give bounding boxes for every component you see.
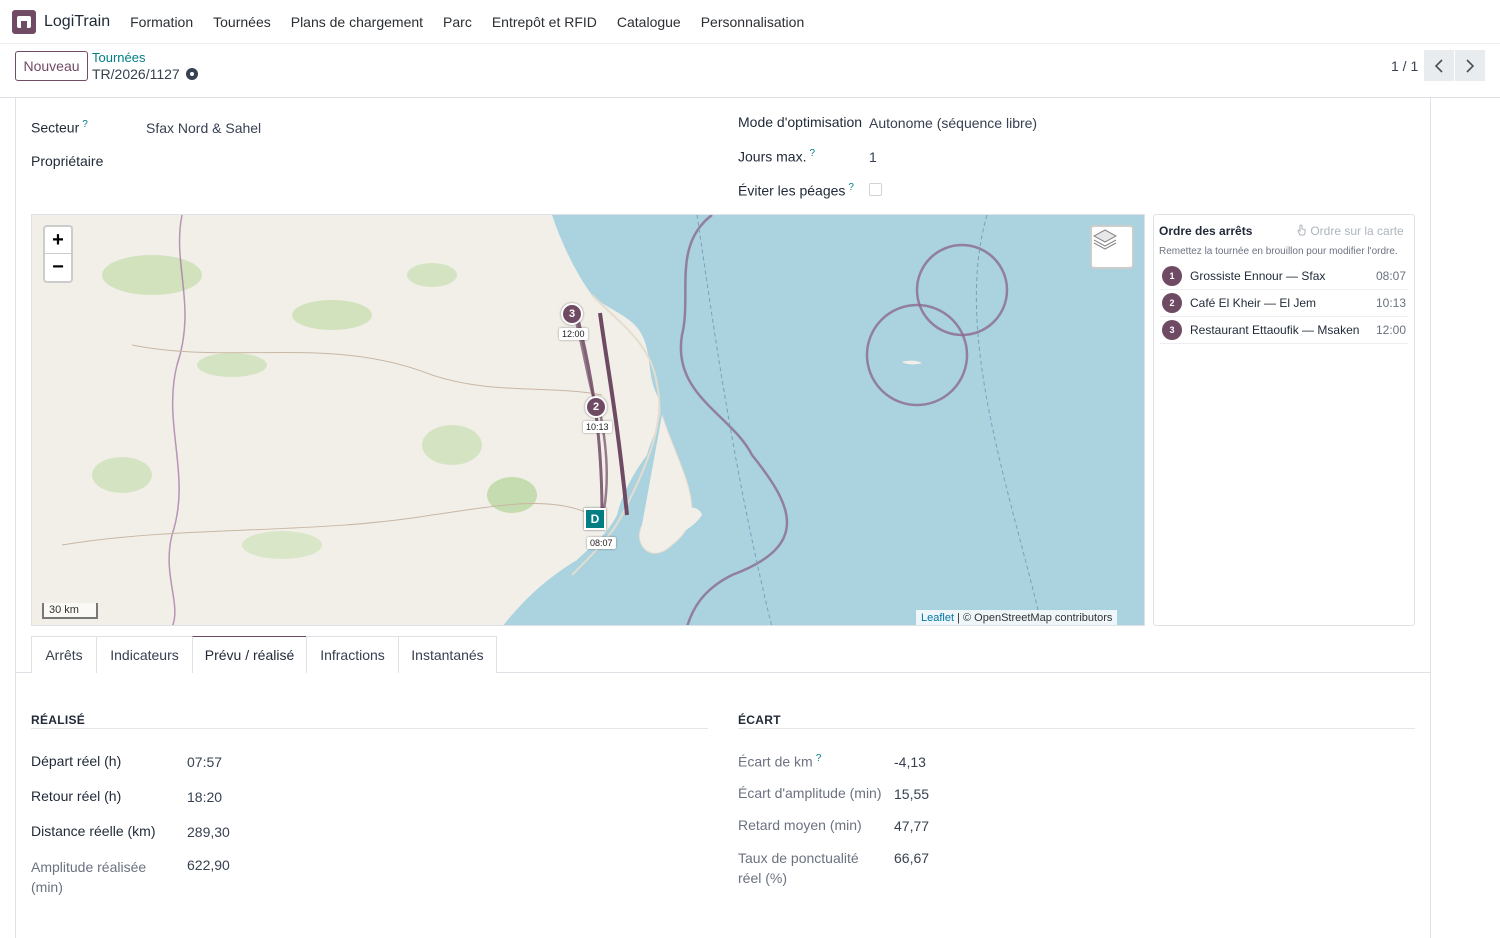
stop-time: 08:07 [1375,269,1406,283]
real-distance-label: Distance réelle (km) [31,823,156,839]
tab-instantanes[interactable]: Instantanés [398,636,497,673]
punctuality-label: Taux de ponctualité réel (%) [738,850,859,886]
menu-catalogue[interactable]: Catalogue [617,14,681,30]
amplitude-gap-value: 15,55 [894,786,930,802]
stop-row[interactable]: 1 Grossiste Ennour — Sfax 08:07 [1160,263,1408,290]
order-on-map-label: Ordre sur la carte [1310,224,1404,238]
pager-value[interactable]: 1 / 1 [1391,58,1418,74]
avoid-tolls-label: Éviter les péages? [738,182,854,199]
max-days-value[interactable]: 1 [869,149,877,165]
tab-prevu-realise[interactable]: Prévu / réalisé [192,636,307,673]
max-days-label: Jours max.? [738,148,816,165]
app-name[interactable]: LogiTrain [44,13,110,31]
route-map[interactable]: + − 3 12:00 2 10:13 D 08:07 30 km Leafle… [31,214,1145,626]
real-departure-label: Départ réel (h) [31,753,122,769]
stop-order-hint: Remettez la tournée en brouillon pour mo… [1159,246,1398,257]
new-button[interactable]: Nouveau [15,51,88,81]
map-marker-time-2: 10:13 [583,421,612,433]
optimization-value[interactable]: Autonome (séquence libre) [869,115,1037,131]
km-gap-label: Écart de km? [738,753,822,770]
stop-name: Restaurant Ettaoufik — Msaken [1190,323,1360,337]
tab-infractions[interactable]: Infractions [306,636,399,673]
leaflet-link[interactable]: Leaflet [921,612,954,624]
layers-icon [1092,229,1118,250]
stop-name: Grossiste Ennour — Sfax [1190,269,1326,283]
record-name: TR/2026/1127 [92,66,180,82]
map-marker-time-3: 12:00 [559,328,588,340]
real-amplitude-label: Amplitude réalisée (min) [31,859,147,895]
sector-help-icon[interactable]: ? [82,119,88,130]
stop-name: Café El Kheir — El Jem [1190,296,1317,310]
avoid-tolls-help-icon[interactable]: ? [848,182,854,193]
stop-time: 12:00 [1375,323,1406,337]
tab-indicateurs[interactable]: Indicateurs [96,636,193,673]
menu-formation[interactable]: Formation [130,14,193,30]
stop-number: 3 [1162,320,1182,340]
app-logo-icon[interactable] [12,9,36,34]
zoom-in-button[interactable]: + [45,227,71,254]
ecart-group-title: ÉCART [738,713,781,727]
map-depot-time: 08:07 [587,537,616,549]
realise-group-title: RÉALISÉ [31,713,86,727]
menu-tournees[interactable]: Tournées [213,14,271,30]
chevron-left-icon [1434,58,1443,73]
chevron-right-icon [1466,58,1475,73]
pager-next-button[interactable] [1455,50,1485,81]
avg-delay-label: Retard moyen (min) [738,817,862,833]
zoom-out-button[interactable]: − [45,254,71,281]
stop-number: 2 [1162,293,1182,313]
realise-divider [31,728,708,729]
km-gap-value: -4,13 [894,754,926,770]
km-gap-help-icon[interactable]: ? [816,753,822,764]
pager-previous-button[interactable] [1424,50,1454,81]
zoom-control: + − [43,225,73,283]
menu-entrepot-rfid[interactable]: Entrepôt et RFID [492,14,597,30]
punctuality-value: 66,67 [894,850,930,866]
real-departure-value: 07:57 [187,754,223,770]
map-attribution: Leaflet | © OpenStreetMap contributors [916,610,1118,625]
amplitude-gap-label: Écart d'amplitude (min) [738,785,882,801]
stop-number: 1 [1162,266,1182,286]
real-return-value: 18:20 [187,789,223,805]
map-scale: 30 km [42,603,98,619]
gear-icon[interactable] [185,68,198,80]
layers-button[interactable] [1090,225,1134,269]
top-navbar: LogiTrain Formation Tournées Plans de ch… [0,0,1500,44]
menu-parc[interactable]: Parc [443,14,472,30]
stop-time: 10:13 [1375,296,1406,310]
real-amplitude-value: 622,90 [187,857,230,873]
stop-row[interactable]: 2 Café El Kheir — El Jem 10:13 [1160,290,1408,317]
breadcrumb-current: TR/2026/1127 [92,66,198,82]
real-return-label: Retour réel (h) [31,788,122,804]
sector-value[interactable]: Sfax Nord & Sahel [146,120,261,136]
map-marker-3[interactable]: 3 [561,303,583,325]
sector-label: Secteur? [31,119,88,136]
avg-delay-value: 47,77 [894,818,930,834]
order-on-map-button[interactable]: Ordre sur la carte [1296,224,1404,238]
ecart-divider [738,728,1415,729]
stop-row[interactable]: 3 Restaurant Ettaoufik — Msaken 12:00 [1160,317,1408,344]
real-distance-value: 289,30 [187,824,230,840]
control-panel: Nouveau Tournées TR/2026/1127 1 / 1 [0,44,1500,98]
osm-attribution: | © OpenStreetMap contributors [957,612,1113,624]
menu-plans-chargement[interactable]: Plans de chargement [291,14,423,30]
stop-order-panel: Ordre des arrêts Ordre sur la carte Reme… [1153,214,1415,626]
menu-personnalisation[interactable]: Personnalisation [701,14,805,30]
avoid-tolls-checkbox[interactable] [869,183,882,196]
map-marker-2[interactable]: 2 [585,396,607,418]
stop-order-title: Ordre des arrêts [1159,224,1253,238]
tab-arrets[interactable]: Arrêts [31,636,97,673]
optimization-label: Mode d'optimisation [738,114,863,130]
max-days-help-icon[interactable]: ? [809,148,815,159]
hand-pointer-icon [1297,224,1306,236]
owner-label: Propriétaire [31,153,104,169]
map-depot-marker[interactable]: D [584,508,606,530]
notebook-tabs: Arrêts Indicateurs Prévu / réalisé Infra… [15,636,1431,673]
breadcrumb-parent[interactable]: Tournées [92,50,145,65]
